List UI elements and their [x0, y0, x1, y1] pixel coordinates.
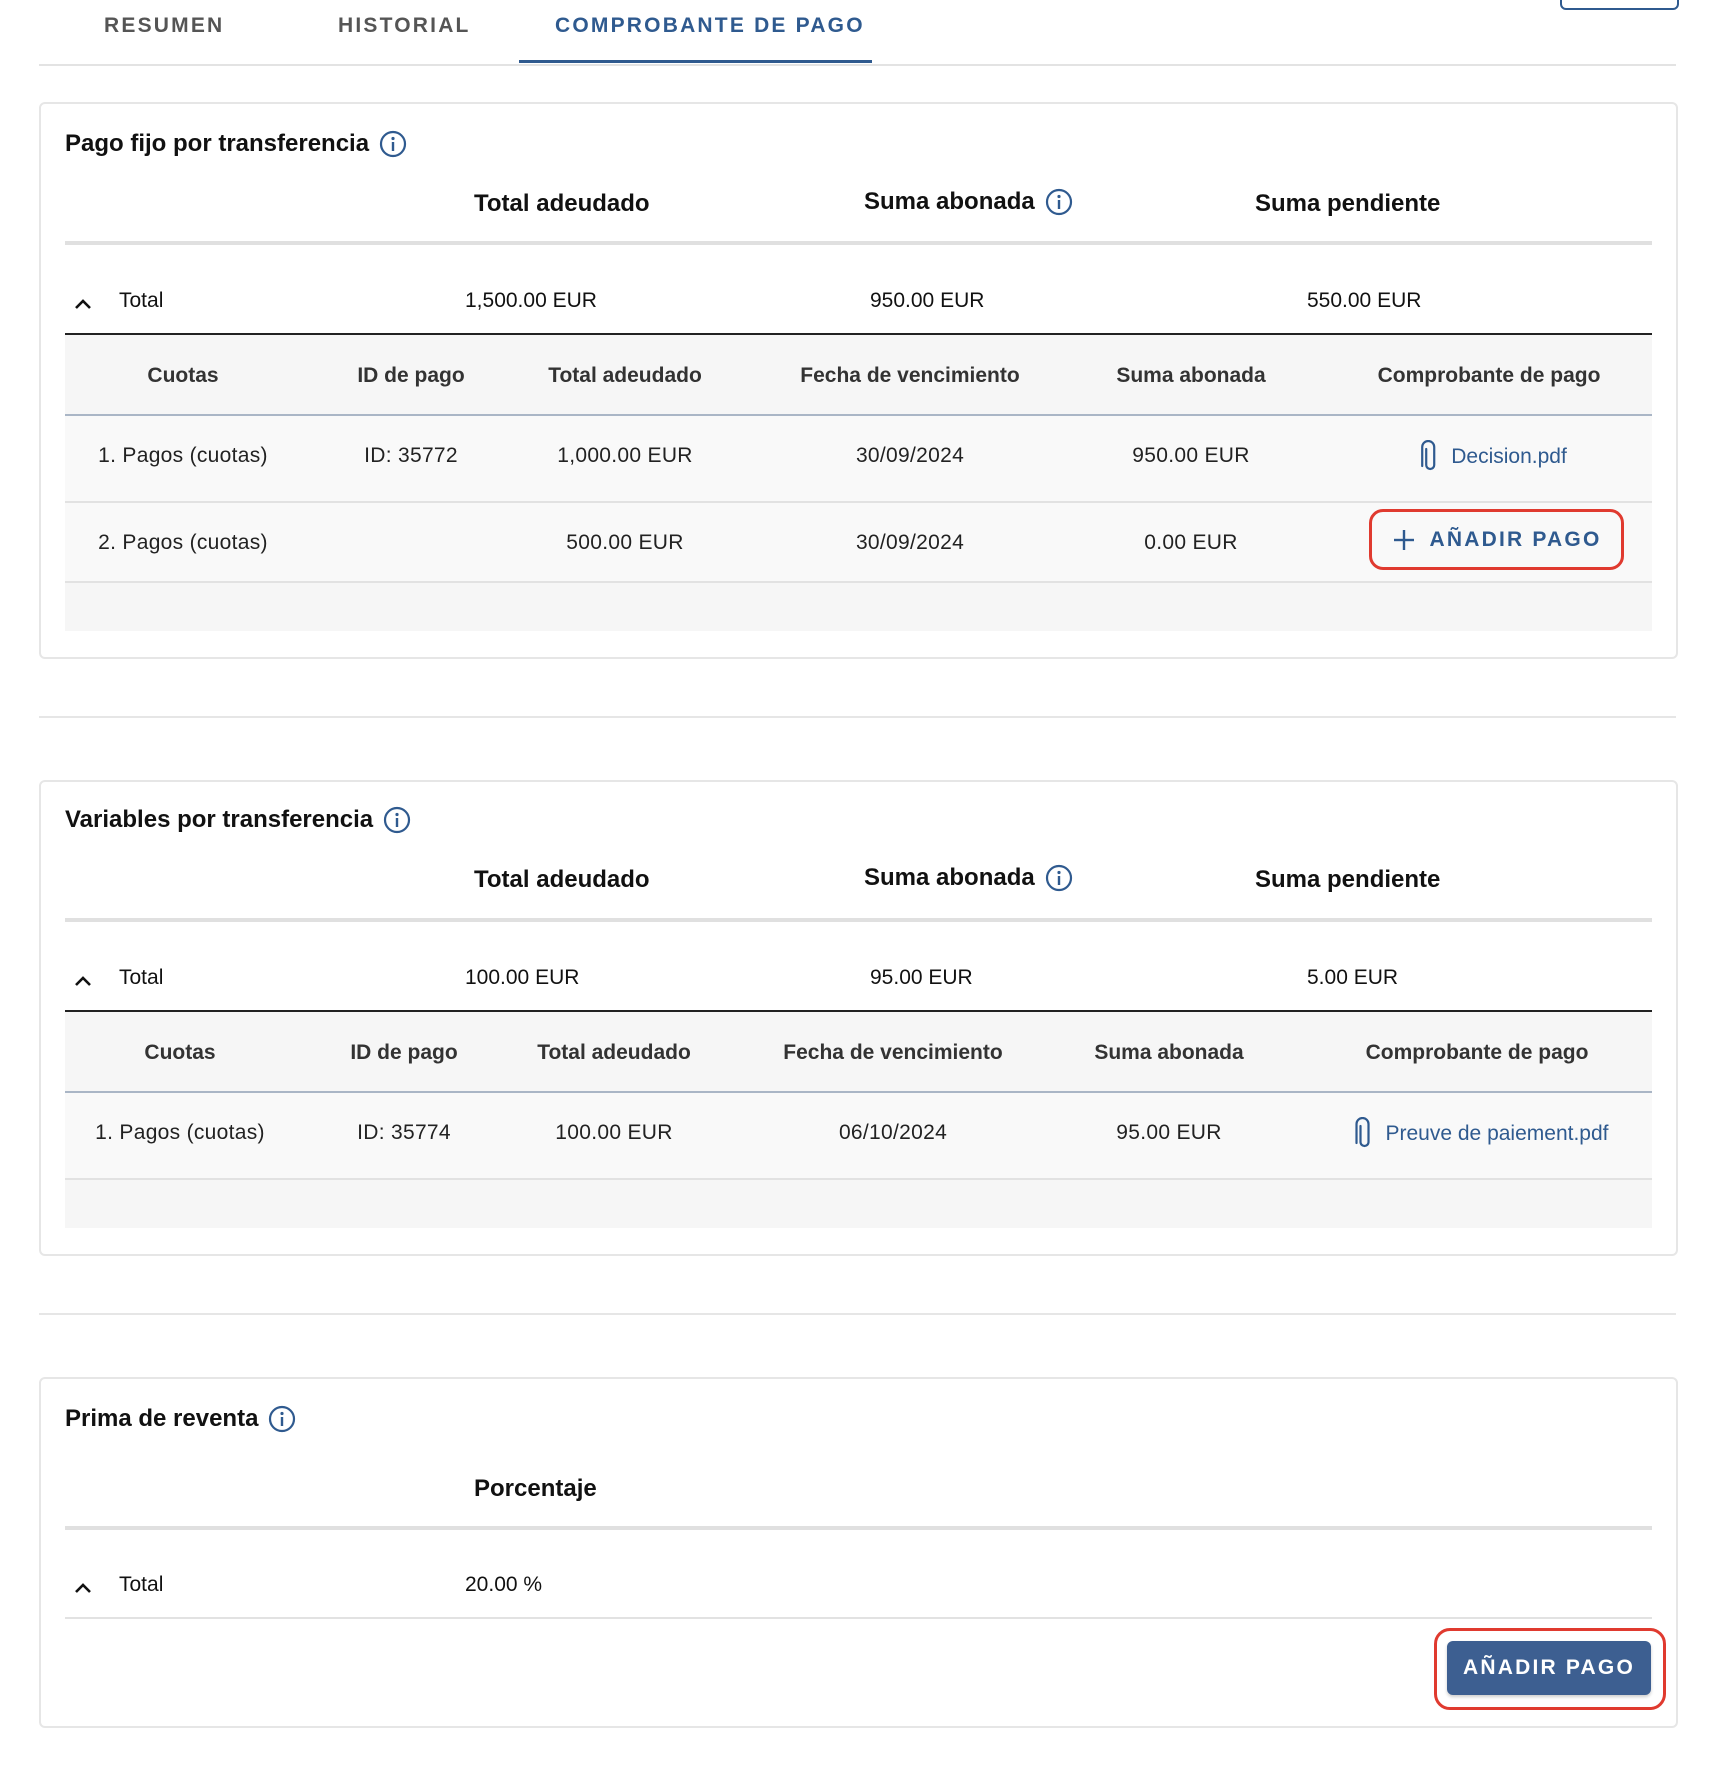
divider — [65, 918, 1652, 922]
th-cuotas: Cuotas — [144, 1041, 216, 1064]
cell-abonada: 95.00 EUR — [1116, 1121, 1222, 1144]
info-icon[interactable] — [1045, 188, 1073, 216]
cell-adeudado: 1,000.00 EUR — [557, 444, 693, 467]
suma-abonada-value: 950.00 EUR — [870, 289, 985, 312]
th-suma-abonada: Suma abonada — [1094, 1041, 1244, 1064]
section-title-pago-fijo: Pago fijo por transferencia — [65, 130, 407, 158]
add-payment-button[interactable]: AÑADIR PAGO — [1369, 509, 1624, 570]
section-divider — [39, 716, 1676, 718]
total-adeudado-value: 1,500.00 EUR — [465, 289, 597, 312]
header-total-adeudado: Total adeudado — [474, 190, 650, 217]
chevron-up-icon[interactable] — [72, 1577, 94, 1599]
file-link-decision[interactable]: Decision.pdf — [1419, 440, 1567, 474]
section-title-variables: Variables por transferencia — [65, 806, 411, 834]
cell-fecha: 30/09/2024 — [855, 444, 965, 467]
header-porcentaje: Porcentaje — [474, 1475, 597, 1502]
tab-resumen[interactable]: RESUMEN — [104, 14, 224, 38]
cell-fecha: 30/09/2024 — [855, 531, 965, 554]
th-fecha-de-vencimiento: Fecha de vencimiento — [800, 364, 1020, 387]
chevron-up-icon[interactable] — [72, 970, 94, 992]
cell-abonada: 0.00 EUR — [1144, 531, 1238, 554]
cell-fecha: 06/10/2024 — [838, 1121, 948, 1144]
info-icon[interactable] — [379, 130, 407, 158]
tab-comprobante-de-pago[interactable]: COMPROBANTE DE PAGO — [555, 14, 865, 38]
section-title-text: Pago fijo por transferencia — [65, 130, 370, 157]
top-right-button[interactable] — [1560, 0, 1679, 10]
section-title-prima: Prima de reventa — [65, 1405, 296, 1433]
info-icon[interactable] — [383, 806, 411, 834]
cell-abonada: 950.00 EUR — [1132, 444, 1250, 467]
divider — [65, 1617, 1652, 1619]
th-id-de-pago: ID de pago — [357, 364, 465, 387]
cell-id: ID: 35774 — [357, 1121, 451, 1144]
cell-cuotas: 1. Pagos (cuotas) — [95, 1121, 265, 1144]
th-total-adeudado: Total adeudado — [548, 364, 702, 387]
add-payment-label: AÑADIR PAGO — [1429, 527, 1602, 551]
header-suma-pendiente: Suma pendiente — [1255, 866, 1441, 893]
file-name[interactable]: Preuve de paiement.pdf — [1386, 1122, 1609, 1146]
file-link-preuve[interactable]: Preuve de paiement.pdf — [1354, 1117, 1609, 1151]
header-suma-abonada: Suma abonada — [864, 864, 1073, 892]
tabs-divider — [39, 64, 1676, 66]
header-suma-abonada-text: Suma abonada — [864, 864, 1035, 891]
total-label: Total — [119, 1573, 164, 1596]
th-suma-abonada: Suma abonada — [1116, 364, 1266, 387]
total-label: Total — [119, 966, 164, 989]
info-icon[interactable] — [268, 1405, 296, 1433]
cell-cuotas: 1. Pagos (cuotas) — [98, 444, 268, 467]
section-divider — [39, 1313, 1676, 1315]
cell-id: ID: 35772 — [364, 444, 458, 467]
cell-adeudado: 100.00 EUR — [555, 1121, 673, 1144]
header-suma-abonada-text: Suma abonada — [864, 188, 1035, 215]
porcentaje-value: 20.00 % — [465, 1573, 543, 1596]
section-title-text: Prima de reventa — [65, 1405, 259, 1432]
section-title-text: Variables por transferencia — [65, 806, 374, 833]
add-payment-button[interactable]: AÑADIR PAGO — [1447, 1641, 1651, 1695]
th-fecha-de-vencimiento: Fecha de vencimiento — [783, 1041, 1003, 1064]
header-total-adeudado: Total adeudado — [474, 866, 650, 893]
divider — [65, 241, 1652, 245]
th-cuotas: Cuotas — [147, 364, 219, 387]
th-comprobante-de-pago: Comprobante de pago — [1365, 1041, 1589, 1064]
paperclip-icon — [1421, 440, 1436, 471]
table-footer — [65, 1180, 1652, 1228]
suma-pendiente-value: 550.00 EUR — [1307, 289, 1422, 312]
file-name[interactable]: Decision.pdf — [1451, 445, 1567, 469]
plus-icon — [1393, 529, 1414, 550]
cell-cuotas: 2. Pagos (cuotas) — [98, 531, 268, 554]
suma-abonada-value: 95.00 EUR — [870, 966, 973, 989]
cell-adeudado: 500.00 EUR — [566, 531, 684, 554]
table-footer — [65, 583, 1652, 631]
header-suma-pendiente: Suma pendiente — [1255, 190, 1441, 217]
divider — [65, 1526, 1652, 1530]
suma-pendiente-value: 5.00 EUR — [1307, 966, 1399, 989]
total-label: Total — [119, 289, 164, 312]
info-icon[interactable] — [1045, 864, 1073, 892]
th-id-de-pago: ID de pago — [350, 1041, 458, 1064]
th-comprobante-de-pago: Comprobante de pago — [1377, 364, 1601, 387]
th-total-adeudado: Total adeudado — [537, 1041, 691, 1064]
tab-historial[interactable]: HISTORIAL — [338, 14, 471, 38]
chevron-up-icon[interactable] — [72, 293, 94, 315]
paperclip-icon — [1355, 1117, 1370, 1148]
total-adeudado-value: 100.00 EUR — [465, 966, 580, 989]
active-tab-indicator — [519, 60, 872, 63]
header-suma-abonada: Suma abonada — [864, 188, 1073, 216]
